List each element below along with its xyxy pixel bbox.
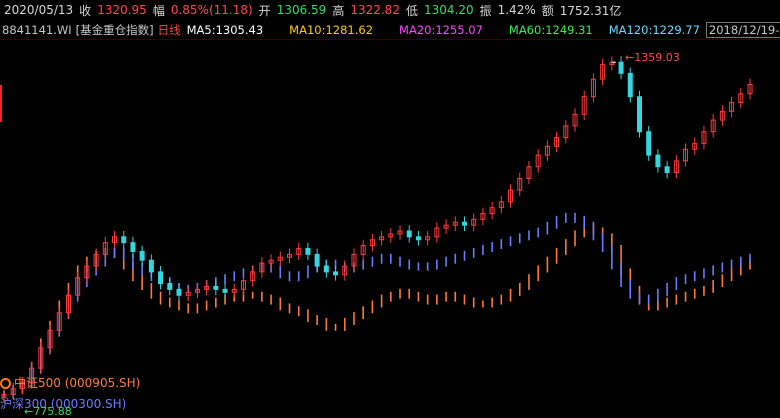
low-label: 低 [405, 3, 418, 18]
change-value: 0.85%(11.18) [170, 3, 253, 17]
period-label[interactable]: 日线 [158, 22, 181, 38]
candle-body [148, 259, 154, 273]
candle-body [213, 285, 219, 290]
candle-body [158, 271, 164, 285]
high-arrow-icon: ← [625, 51, 635, 64]
candle-body [121, 236, 127, 244]
date-range-selector[interactable]: 2018/12/19-... [705, 22, 780, 38]
candle-body [139, 250, 145, 261]
index-code: 8841141.WI [2, 23, 72, 37]
high-annotation: ←1359.03 [625, 51, 680, 64]
candle-body [176, 288, 182, 296]
candle-body [314, 253, 320, 267]
ma60-value: MA60:1249.31 [508, 23, 593, 37]
candle-body [167, 283, 173, 290]
candle-body [646, 131, 652, 156]
indicator-bar: 8841141.WI [基金重仓指数] 日线 MA5:1305.43 MA10:… [0, 21, 780, 39]
low-value: 1304.20 [423, 3, 474, 17]
candle-body [222, 288, 228, 293]
turnover-value: 1752.31亿 [559, 3, 622, 18]
candle-body [636, 96, 642, 133]
candle-body [664, 166, 670, 174]
amplitude-label: 振 [479, 3, 492, 18]
candle-body [655, 154, 661, 168]
candle-body [305, 248, 311, 255]
ma20-value: MA20:1255.07 [399, 23, 483, 37]
change-label: 幅 [152, 3, 165, 18]
open-value: 1306.59 [276, 3, 327, 17]
low-annotation-text: 775.88 [33, 405, 72, 418]
high-annotation-text: 1359.03 [634, 51, 680, 64]
ma10-value: MA10:1281.62 [289, 23, 374, 37]
candle-body [618, 61, 624, 74]
main-candles [1, 56, 753, 404]
quote-date: 2020/05/13 [4, 3, 74, 17]
open-label: 开 [258, 3, 271, 18]
candle-body [415, 236, 421, 241]
candle-body [461, 221, 467, 226]
ma120-value: MA120:1229.77 [608, 23, 700, 37]
candle-body [333, 271, 339, 276]
ma5-value: MA5:1305.43 [186, 23, 264, 37]
candle-body [627, 72, 633, 98]
legend-label-csi500: 中证500 (000905.SH) [14, 376, 141, 390]
index-name: [基金重仓指数] [75, 23, 154, 37]
low-arrow-icon: ← [24, 405, 34, 418]
candle-body [130, 242, 136, 252]
quote-bar: 2020/05/13 收 1320.95 幅 0.85%(11.18) 开 13… [0, 0, 780, 20]
candle-body [323, 265, 329, 273]
compare-marker-icon [0, 378, 11, 389]
high-label: 高 [332, 3, 345, 18]
close-label: 收 [79, 3, 92, 18]
legend-item-csi500[interactable]: 中证500 (000905.SH) [0, 374, 140, 391]
low-annotation: ←775.88 [24, 405, 72, 418]
candlestick-chart[interactable] [0, 40, 780, 418]
candle-body [406, 230, 412, 238]
compare-series-csi500 [3, 224, 751, 398]
amplitude-value: 1.42% [497, 3, 536, 17]
high-value: 1322.82 [350, 3, 400, 17]
compare-series-csi300 [3, 212, 751, 398]
turnover-label: 额 [541, 3, 554, 18]
close-value: 1320.95 [97, 3, 147, 17]
